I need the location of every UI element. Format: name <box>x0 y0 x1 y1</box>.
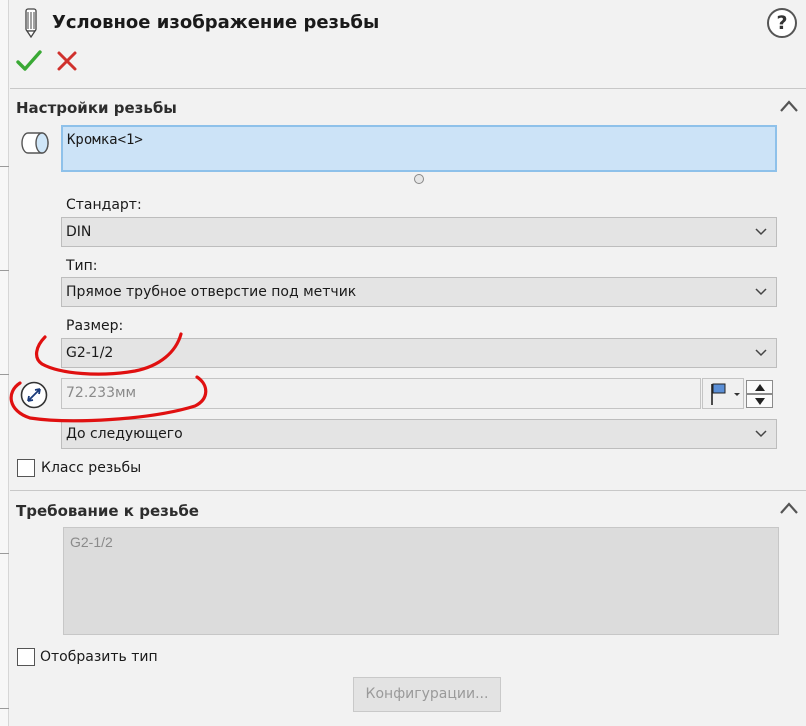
thread-callout-text: G2-1/2 <box>63 527 779 635</box>
link-value-button[interactable] <box>702 378 744 409</box>
diameter-icon <box>20 381 48 409</box>
thread-settings-title: Настройки резьбы <box>16 99 177 117</box>
panel-edge-tick <box>0 374 9 375</box>
type-value: Прямое трубное отверстие под метчик <box>66 284 357 300</box>
spin-up-button[interactable] <box>746 380 773 394</box>
chevron-up-icon[interactable] <box>779 501 799 515</box>
end-condition-dropdown[interactable]: До следующего <box>61 419 777 449</box>
section-divider <box>10 88 806 89</box>
panel-edge-tick <box>0 553 9 554</box>
edge-list-item[interactable]: Кромка<1> <box>67 132 771 148</box>
arrow-down-icon <box>755 398 765 405</box>
chevron-down-icon <box>755 430 767 438</box>
list-resize-handle[interactable] <box>414 174 424 184</box>
spin-down-button[interactable] <box>746 394 773 408</box>
size-value: G2-1/2 <box>66 345 114 361</box>
chevron-down-icon <box>755 228 767 236</box>
show-type-checkbox[interactable] <box>17 648 35 666</box>
edge-selection-icon <box>21 132 49 154</box>
flag-icon <box>711 383 740 405</box>
page-title: Условное изображение резьбы <box>52 12 380 33</box>
diameter-input[interactable]: 72.233мм <box>61 378 701 409</box>
section-divider <box>10 490 806 491</box>
panel-edge-tick <box>0 708 9 709</box>
thread-callout-title: Требование к резьбе <box>16 502 199 520</box>
standard-dropdown[interactable]: DIN <box>61 217 777 247</box>
thread-class-checkbox[interactable] <box>17 459 35 477</box>
standard-label: Стандарт: <box>66 197 142 213</box>
chevron-down-icon <box>755 288 767 296</box>
cosmetic-thread-icon <box>25 8 37 38</box>
thread-class-label: Класс резьбы <box>41 460 142 476</box>
panel-edge-tick <box>0 270 9 271</box>
chevron-up-icon[interactable] <box>779 99 799 113</box>
ok-button[interactable] <box>16 48 42 74</box>
end-condition-value: До следующего <box>66 426 183 442</box>
type-label: Тип: <box>66 258 98 274</box>
panel-edge-tick <box>0 166 9 167</box>
edge-selection-list[interactable]: Кромка<1> <box>61 125 777 172</box>
left-panel-edge <box>0 0 9 726</box>
type-dropdown[interactable]: Прямое трубное отверстие под метчик <box>61 277 777 307</box>
size-dropdown[interactable]: G2-1/2 <box>61 338 777 368</box>
show-type-label: Отобразить тип <box>40 649 158 665</box>
standard-value: DIN <box>66 224 92 240</box>
arrow-up-icon <box>755 384 765 391</box>
chevron-down-icon <box>755 349 767 357</box>
cancel-button[interactable] <box>56 50 78 72</box>
help-button[interactable]: ? <box>767 8 797 38</box>
configurations-button[interactable]: Конфигурации... <box>353 677 501 712</box>
size-label: Размер: <box>66 318 124 334</box>
